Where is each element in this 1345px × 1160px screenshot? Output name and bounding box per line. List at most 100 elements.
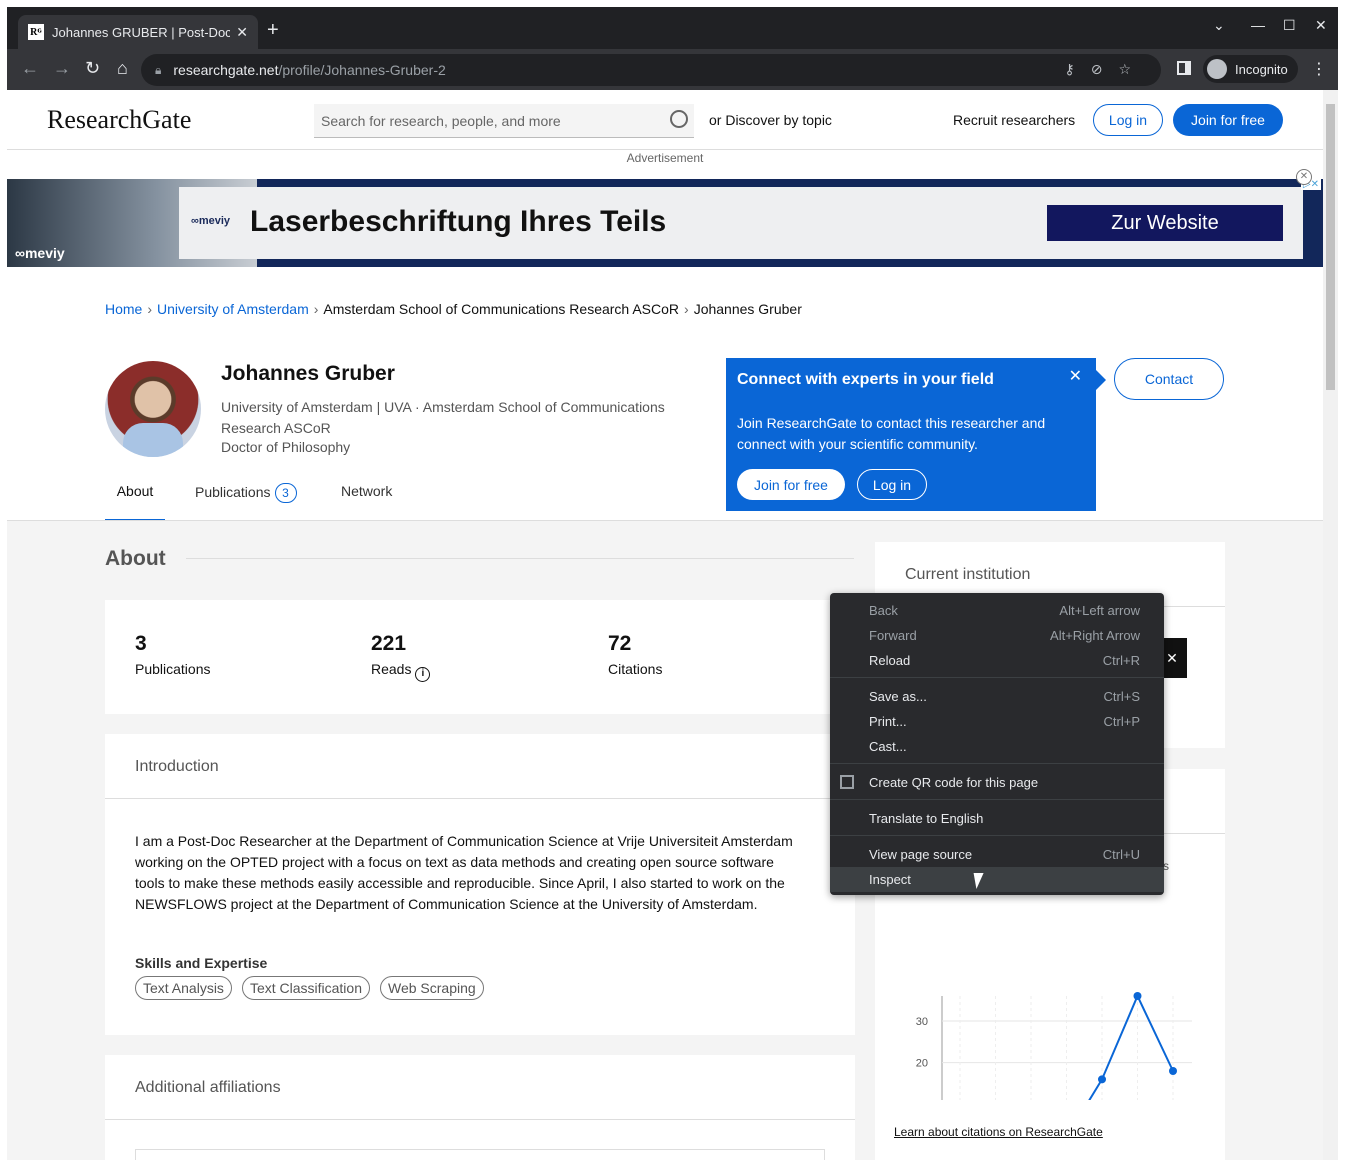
url-path: /profile/Johannes-Gruber-2	[278, 62, 446, 78]
scrollbar-thumb[interactable]	[1326, 104, 1335, 390]
browser-toolbar: ← → ↻ ⌂ 🔒︎ researchgate.net/profile/Joha…	[7, 49, 1338, 90]
context-menu-item-inspect[interactable]: Inspect	[830, 867, 1164, 892]
breadcrumb: Home › University of Amsterdam › Amsterdam S…	[105, 301, 802, 317]
stat-label: Citations	[608, 661, 663, 677]
researchgate-logo[interactable]: ResearchGate	[47, 105, 191, 135]
menu-item-shortcut: Ctrl+U	[1102, 847, 1140, 862]
stat-label: Publications	[135, 661, 211, 677]
affiliation-line-1: University of Amsterdam | UVA · Amsterda…	[221, 399, 665, 415]
address-bar[interactable]: 🔒︎ researchgate.net/profile/Johannes-Gru…	[141, 54, 1161, 86]
context-menu-item-save-as[interactable]: Save as... Ctrl+S	[830, 684, 1164, 709]
search-icon[interactable]	[670, 110, 688, 128]
context-menu-item-print[interactable]: Print... Ctrl+P	[830, 709, 1164, 734]
ad-cta-button[interactable]: Zur Website	[1047, 205, 1283, 241]
popup-login-button[interactable]: Log in	[857, 469, 927, 500]
menu-item-label: Inspect	[869, 872, 911, 887]
side-panel-icon[interactable]	[1177, 61, 1191, 75]
popup-close-icon[interactable]: ✕	[1069, 366, 1082, 386]
minimize-icon[interactable]: —	[1251, 17, 1265, 33]
stats-card: 3 Publications 221 Reads i 72 Citations	[105, 600, 855, 714]
stat-publications[interactable]: 3 Publications	[135, 632, 211, 677]
skill-chip[interactable]: Text Classification	[241, 976, 370, 1000]
tab-strip: Rᴳ Johannes GRUBER | Post-Doc ✕ + ⌄ — ☐ …	[7, 7, 1338, 49]
stat-label: Reads i	[371, 661, 431, 682]
ad-panel: ∞meviy Laserbeschriftung Ihres Teils Zur…	[179, 187, 1303, 259]
breadcrumb-school: Amsterdam School of Communications Resea…	[323, 301, 680, 317]
info-icon[interactable]: i	[415, 667, 431, 682]
context-menu-item-view-page-source[interactable]: View page source Ctrl+U	[830, 842, 1164, 867]
tab-publications[interactable]: Publications 3	[195, 478, 297, 521]
menu-item-shortcut: Alt+Left arrow	[1059, 603, 1140, 618]
bookmark-star-icon[interactable]: ☆	[1118, 61, 1147, 77]
card-divider	[105, 1119, 855, 1120]
introduction-text: I am a Post-Doc Researcher at the Depart…	[135, 833, 793, 912]
affiliation-line-2: Research ASCoR	[221, 420, 331, 436]
tab-search-chevron-icon[interactable]: ⌄	[1213, 17, 1225, 34]
y-tick-label: 30	[916, 1016, 928, 1028]
y-tick-label: 20	[916, 1058, 928, 1070]
stat-reads[interactable]: 221 Reads i	[371, 632, 431, 682]
publications-count-badge: 3	[274, 483, 297, 503]
incognito-badge[interactable]: Incognito	[1203, 55, 1298, 83]
menu-item-label: Back	[869, 603, 898, 618]
current-institution-heading: Current institution	[905, 566, 1031, 583]
menu-separator	[830, 763, 1164, 764]
skill-chip[interactable]: Text Analysis	[135, 976, 232, 1000]
discover-by-topic-link[interactable]: or Discover by topic	[709, 112, 832, 128]
context-menu-item-translate[interactable]: Translate to English	[830, 806, 1164, 831]
scrollbar[interactable]	[1323, 90, 1338, 1160]
advertisement-banner[interactable]: ∞meviy ∞meviy Laserbeschriftung Ihres Te…	[7, 169, 1323, 267]
menu-item-label: Print...	[869, 714, 907, 729]
popup-join-button[interactable]: Join for free	[737, 469, 845, 500]
chevron-right-icon: ›	[313, 301, 319, 317]
skill-chip[interactable]: Web Scraping	[379, 976, 484, 1000]
browser-tab[interactable]: Rᴳ Johannes GRUBER | Post-Doc ✕	[18, 15, 258, 49]
profile-name: Johannes Gruber	[221, 362, 395, 385]
y-tick-label: 10	[916, 1099, 928, 1100]
tab-network[interactable]: Network	[341, 478, 392, 521]
forward-arrow-icon[interactable]: →	[53, 58, 71, 79]
menu-item-shortcut: Ctrl+P	[1103, 714, 1140, 729]
search-input[interactable]: Search for research, people, and more	[314, 104, 694, 138]
stat-value: 3	[135, 632, 147, 655]
avatar-shirt	[123, 423, 183, 457]
maximize-icon[interactable]: ☐	[1283, 17, 1296, 34]
profile-affiliation[interactable]: University of Amsterdam | UVA · Amsterda…	[221, 397, 711, 439]
tab-about[interactable]: About	[105, 478, 165, 521]
breadcrumb-home[interactable]: Home	[105, 301, 142, 317]
home-icon[interactable]: ⌂	[117, 58, 128, 79]
contact-button[interactable]: Contact	[1114, 358, 1224, 400]
affiliations-card: Additional affiliations	[105, 1055, 855, 1160]
context-menu-item-reload[interactable]: Reload Ctrl+R	[830, 648, 1164, 673]
menu-item-label: Forward	[869, 628, 917, 643]
close-tab-icon[interactable]: ✕	[236, 24, 248, 41]
header-join-button[interactable]: Join for free	[1173, 104, 1283, 136]
learn-citations-link[interactable]: Learn about citations on ResearchGate	[894, 1125, 1103, 1139]
introduction-heading: Introduction	[135, 758, 219, 775]
header-login-button[interactable]: Log in	[1093, 104, 1163, 136]
chart-grid	[941, 996, 1192, 1100]
browser-menu-icon[interactable]: ⋮	[1311, 59, 1327, 79]
ad-close-icon[interactable]: ✕	[1296, 169, 1312, 185]
context-menu-item-forward[interactable]: Forward Alt+Right Arrow	[830, 623, 1164, 648]
address-bar-icons[interactable]: ⚷⊘☆	[1064, 61, 1147, 78]
context-menu-item-cast[interactable]: Cast...	[830, 734, 1164, 759]
data-point	[1169, 1067, 1177, 1075]
new-tab-icon[interactable]: +	[267, 19, 279, 42]
site-header: ResearchGate Search for research, people…	[7, 90, 1323, 150]
menu-item-shortcut: Alt+Right Arrow	[1050, 628, 1140, 643]
reload-icon[interactable]: ↻	[85, 58, 100, 79]
close-window-icon[interactable]: ✕	[1315, 17, 1327, 34]
affiliations-heading: Additional affiliations	[135, 1079, 281, 1096]
context-menu-item-back[interactable]: Back Alt+Left arrow	[830, 598, 1164, 623]
breadcrumb-university[interactable]: University of Amsterdam	[157, 301, 309, 317]
tab-title: Johannes GRUBER | Post-Doc	[52, 24, 231, 40]
stat-citations[interactable]: 72 Citations	[608, 632, 662, 677]
recruit-researchers-link[interactable]: Recruit researchers	[953, 112, 1075, 128]
eye-off-icon[interactable]: ⊘	[1091, 61, 1119, 77]
search-placeholder: Search for research, people, and more	[321, 112, 561, 129]
context-menu-item-create-qr-code[interactable]: Create QR code for this page	[830, 770, 1164, 795]
data-point	[1133, 992, 1142, 1000]
back-arrow-icon[interactable]: ←	[21, 58, 39, 79]
key-icon[interactable]: ⚷	[1064, 61, 1090, 77]
